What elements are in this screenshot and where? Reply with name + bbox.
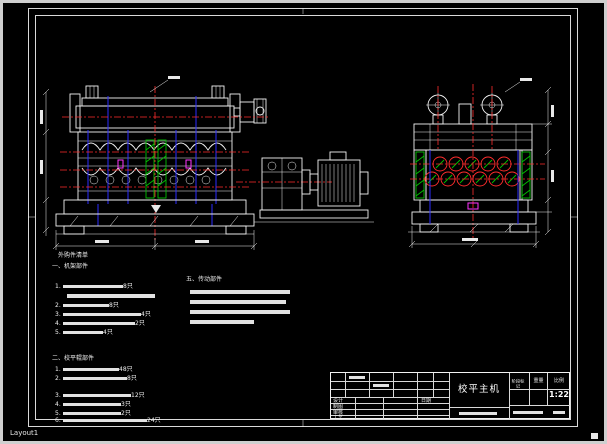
item-qty: 8只 <box>123 283 133 290</box>
drawing-scale: 1:22 <box>547 390 571 399</box>
item-name-bar <box>63 403 121 407</box>
drawing-title: 校平主机 <box>449 384 509 396</box>
item-name-bar <box>67 294 155 298</box>
parts-list-section2: 二、校平辊部件 <box>52 355 94 362</box>
sheet-info-bar <box>553 411 565 414</box>
motor-body <box>318 160 360 206</box>
item-qty: 8只 <box>109 302 119 309</box>
drive-unit-view <box>236 152 374 222</box>
parts-list-item: 4. 3只 <box>55 401 131 408</box>
titleblock-col-weight: 重量 <box>530 378 547 384</box>
item-no: 1. <box>55 366 63 373</box>
item-name-bar <box>63 304 109 308</box>
parts-list-item: 3. 12只 <box>55 392 145 399</box>
parts-list-item: 3. 4只 <box>55 311 151 318</box>
parts-list-item: 2. 8只 <box>55 302 119 309</box>
item-name-bar <box>63 331 103 335</box>
item-no: 4. <box>55 320 63 327</box>
guide-columns <box>146 140 166 198</box>
item-no: 5. <box>55 410 63 417</box>
item-no: 4. <box>55 401 63 408</box>
title-block: 设计 制图 审核 工艺 日期 校平主机 阶段标记 重量 比例 1:22 <box>330 372 570 419</box>
revision-bar <box>373 384 389 387</box>
layout-tab[interactable]: Layout1 <box>10 429 38 438</box>
front-elevation-view <box>56 86 268 240</box>
item-name-bar <box>63 368 119 372</box>
revision-bar <box>349 376 365 379</box>
item-name-bar <box>63 322 135 326</box>
item-name-bar <box>63 419 147 423</box>
item-name-bar <box>63 377 127 381</box>
item-name-bar <box>63 313 141 317</box>
item-qty: 2只 <box>121 410 131 417</box>
item-name-bar <box>63 394 131 398</box>
item-qty: 8只 <box>127 375 137 382</box>
item-name-bar <box>63 412 121 416</box>
item-name-bar <box>63 285 123 289</box>
item-qty: 12只 <box>131 392 145 399</box>
item-qty: 2只 <box>135 320 145 327</box>
sheet-border <box>28 8 578 427</box>
item-name-bar <box>190 320 254 324</box>
parts-list-item: 1. 48只 <box>55 366 133 373</box>
parts-list-item: 5. 2只 <box>55 410 131 417</box>
resize-grip[interactable] <box>591 433 598 439</box>
cad-viewport: 外购件清单 一、机架部件 1. 8只 2. 8只 3. 4只 4. 2只 5. … <box>0 0 607 444</box>
item-qty: 24只 <box>147 417 161 424</box>
parts-list-section1: 一、机架部件 <box>52 263 88 270</box>
titleblock-col-scale: 比例 <box>548 378 570 384</box>
item-qty: 48只 <box>119 366 133 373</box>
parts-list-section5: 五、传动部件 <box>186 276 222 283</box>
item-no: 2. <box>55 375 63 382</box>
sheet-info-bar <box>513 411 543 414</box>
parts-list-item: 2. 8只 <box>55 375 137 382</box>
titleblock-col-stage: 阶段标记 <box>510 379 526 389</box>
roller-cluster <box>425 157 519 186</box>
parts-list-item: 5. 4只 <box>55 329 113 336</box>
item-no: 5. <box>55 329 63 336</box>
drawing-number-bar <box>459 412 497 415</box>
left-view-dimensions <box>40 76 257 250</box>
titleblock-date-label: 日期 <box>421 398 431 404</box>
parts-list-item: 4. 2只 <box>55 320 145 327</box>
parts-list-header: 外购件清单 <box>58 252 88 259</box>
item-qty: 4只 <box>103 329 113 336</box>
item-name-bar <box>190 290 290 294</box>
item-qty: 4只 <box>141 311 151 318</box>
item-name-bar <box>190 310 290 314</box>
parts-list-item: 1. 8只 <box>55 283 133 290</box>
item-no: 6. <box>55 417 63 424</box>
end-view <box>408 84 545 240</box>
datum-triangle <box>151 205 161 213</box>
parts-list-item: 6. 24只 <box>55 417 161 424</box>
item-no: 1. <box>55 283 63 290</box>
item-no: 3. <box>55 311 63 318</box>
item-name-bar <box>190 300 286 304</box>
item-qty: 3只 <box>121 401 131 408</box>
item-no: 2. <box>55 302 63 309</box>
item-no: 3. <box>55 392 63 399</box>
titleblock-row-process: 工艺 <box>333 415 343 421</box>
